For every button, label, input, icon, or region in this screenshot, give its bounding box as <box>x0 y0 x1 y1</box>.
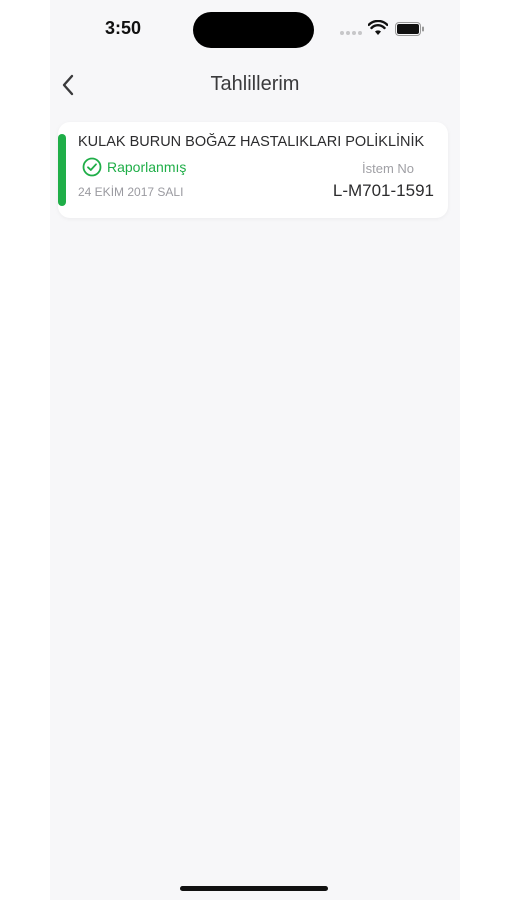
check-circle-icon <box>82 157 102 177</box>
wifi-icon <box>368 20 388 35</box>
status-text: Raporlanmış <box>107 159 187 175</box>
navigation-bar: Tahlillerim <box>50 62 460 108</box>
app-screen: 3:50 Tahlillerim KULAK BURUN BOĞAZ HASTA… <box>50 0 460 900</box>
result-date: 24 EKİM 2017 SALI <box>78 185 184 199</box>
status-stripe <box>58 134 66 206</box>
battery-icon <box>395 22 424 36</box>
status-bar: 3:50 <box>50 0 460 60</box>
signal-dots-icon <box>340 31 362 35</box>
dynamic-island <box>193 12 314 48</box>
status-badge: Raporlanmış <box>82 157 186 177</box>
test-result-card[interactable]: KULAK BURUN BOĞAZ HASTALIKLARI POLİKLİNİ… <box>58 122 448 218</box>
istem-label: İstem No <box>361 161 414 176</box>
home-indicator[interactable] <box>180 886 328 891</box>
istem-number: L-M701-1591 <box>332 181 434 200</box>
status-time: 3:50 <box>105 18 142 38</box>
page-title: Tahlillerim <box>210 73 300 95</box>
clinic-name: KULAK BURUN BOĞAZ HASTALIKLARI POLİKLİNİ… <box>78 134 425 150</box>
